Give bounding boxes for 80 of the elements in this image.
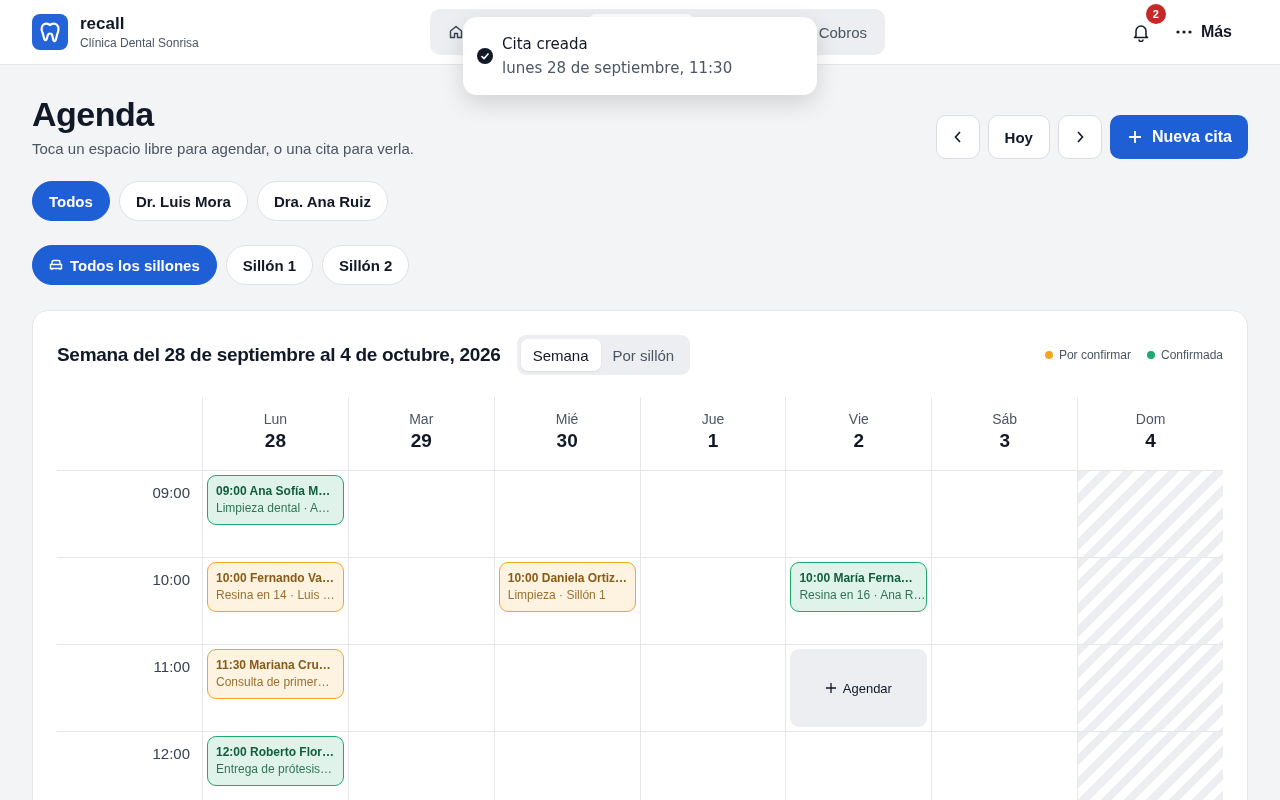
appointment-title: 10:00 María Ferna… — [799, 571, 913, 585]
empty-time-slot[interactable] — [347, 471, 494, 558]
toast-title: Cita creada — [502, 35, 589, 53]
appointment-detail: Limpieza dental · A… — [216, 501, 331, 515]
day-date: 30 — [556, 430, 578, 452]
next-button[interactable] — [1057, 115, 1102, 159]
nav-tab[interactable]: Cobros — [804, 14, 881, 50]
empty-time-slot[interactable] — [639, 645, 786, 732]
chevron-left-icon — [953, 131, 962, 143]
appointment-detail: Entrega de prótesis… — [216, 762, 333, 776]
dentist-filter[interactable]: Dr. Luis Mora — [118, 181, 248, 221]
plus-icon — [825, 683, 836, 693]
appointment-detail: Resina en 14 · Luis … — [216, 588, 335, 602]
day-date: 1 — [707, 430, 719, 452]
dentist-filter[interactable]: Todos — [32, 181, 110, 221]
tooth-logo-icon — [32, 14, 68, 50]
chevron-right-icon — [1075, 131, 1084, 143]
day-name: Sáb — [992, 411, 1018, 427]
appointment-title: 11:30 Mariana Cru… — [216, 658, 331, 672]
page-title: Agenda — [32, 95, 156, 134]
appointment-card[interactable]: 10:00 Daniela Ortiz… Limpieza · Sillón 1 — [498, 562, 636, 612]
empty-time-slot[interactable] — [639, 558, 786, 645]
day-date: 3 — [999, 430, 1010, 452]
empty-time-slot[interactable] — [493, 645, 640, 732]
appointment-title: 09:00 Ana Sofía M… — [216, 484, 331, 498]
day-name: Mié — [555, 411, 579, 427]
appointment-card[interactable]: 11:30 Mariana Cru… Consulta de primer… — [207, 649, 344, 699]
legend-label: Por confirmar — [1058, 348, 1131, 362]
plus-icon — [1127, 130, 1142, 144]
day-name: Mar — [409, 411, 434, 427]
brand-name: recall — [80, 14, 126, 34]
view-tab[interactable]: Por sillón — [600, 339, 687, 371]
appointment-card[interactable]: 10:00 María Ferna… Resina en 16 · Ana R… — [790, 562, 928, 612]
empty-time-slot[interactable] — [493, 471, 640, 558]
empty-time-slot[interactable] — [639, 471, 786, 558]
appointment-detail: Resina en 16 · Ana R… — [799, 588, 926, 602]
chair-filter[interactable]: Sillón 2 — [322, 245, 410, 285]
week-title: Semana del 28 de septiembre al 4 de octubre, 2026 — [57, 344, 501, 366]
more-button[interactable]: Más — [1171, 19, 1248, 45]
home-icon — [448, 24, 464, 40]
page-subtitle: Toca un espacio libre para agendar, o una cita para verla. — [32, 140, 414, 157]
empty-time-slot[interactable] — [785, 471, 932, 558]
time-label: 11:00 — [153, 658, 190, 675]
day-name: Vie — [848, 411, 869, 427]
time-label: 12:00 — [152, 745, 190, 762]
check-icon — [477, 48, 493, 64]
appointment-card[interactable]: 12:00 Roberto Flor… Entrega de prótesis… — [207, 736, 344, 786]
day-date: 28 — [264, 430, 286, 452]
day-date: 29 — [410, 430, 432, 452]
legend-label: Confirmada — [1160, 348, 1223, 362]
clinic-name: Clínica Dental Sonrisa — [80, 36, 199, 50]
new-appointment-button[interactable]: Nueva cita — [1109, 115, 1248, 159]
empty-time-slot[interactable] — [347, 558, 494, 645]
appointment-card[interactable]: 09:00 Ana Sofía M… Limpieza dental · A… — [207, 475, 344, 525]
appointment-title: 10:00 Fernando Va… — [216, 571, 335, 585]
appointment-detail: Limpieza · Sillón 1 — [507, 588, 606, 602]
schedule-slot-button[interactable]: Agendar — [790, 649, 928, 727]
appointment-card[interactable]: 10:00 Fernando Va… Resina en 14 · Luis … — [207, 562, 344, 612]
time-label: 09:00 — [152, 484, 190, 501]
chair-filter[interactable]: Todos los sillones — [32, 245, 217, 285]
appointment-title: 12:00 Roberto Flor… — [216, 745, 335, 759]
today-button[interactable]: Hoy — [987, 115, 1050, 159]
day-date: 2 — [853, 430, 865, 452]
appointment-title: 10:00 Daniela Ortiz… — [507, 571, 628, 585]
bell-icon — [1131, 22, 1150, 42]
time-label: 10:00 — [152, 571, 190, 588]
appointment-detail: Consulta de primer… — [216, 675, 330, 689]
chair-filter[interactable]: Sillón 1 — [225, 245, 314, 285]
more-icon — [1175, 30, 1192, 34]
notification-count: 2 — [1145, 4, 1166, 24]
toast-message: lunes 28 de septiembre, 11:30 — [502, 59, 733, 77]
view-tab[interactable]: Semana — [520, 339, 601, 371]
day-date: 4 — [1145, 430, 1156, 452]
day-name: Dom — [1135, 411, 1166, 427]
dentist-filter[interactable]: Dra. Ana Ruiz — [256, 181, 388, 221]
day-name: Lun — [263, 411, 288, 427]
empty-time-slot[interactable] — [347, 645, 494, 732]
day-name: Jue — [701, 411, 725, 427]
previous-button[interactable] — [935, 115, 980, 159]
chair-icon — [49, 259, 63, 271]
